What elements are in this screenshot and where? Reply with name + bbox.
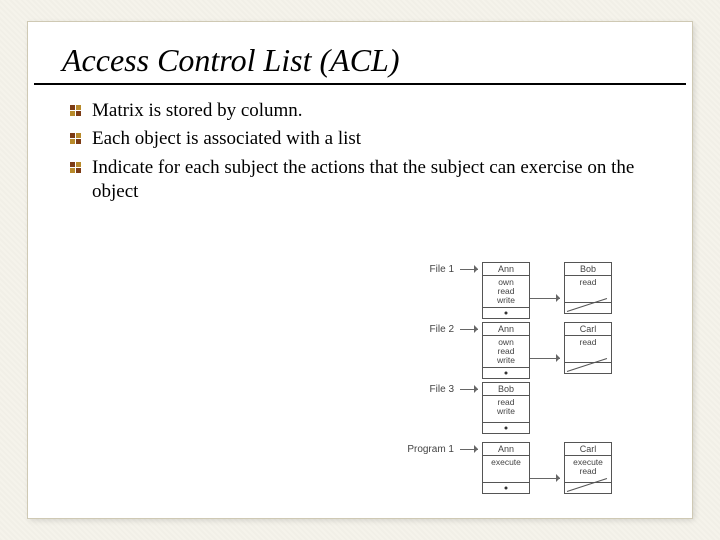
- permissions: execute: [483, 456, 529, 483]
- bullet-text: Indicate for each subject the actions th…: [92, 157, 634, 202]
- subject-name: Ann: [483, 263, 529, 276]
- acl-node: Annownreadwrite: [482, 322, 530, 379]
- acl-row: File 2AnnownreadwriteCarlread: [394, 322, 612, 368]
- pointer-dot-icon: [483, 308, 529, 318]
- slide-title: Access Control List (ACL): [34, 22, 686, 85]
- subject-name: Ann: [483, 443, 529, 456]
- object-label: File 3: [394, 382, 460, 395]
- acl-row: File 1AnnownreadwriteBobread: [394, 262, 612, 308]
- arrow-icon: [460, 382, 482, 396]
- pointer-dot-icon: [483, 368, 529, 378]
- subject-name: Bob: [565, 263, 611, 276]
- list-item: Indicate for each subject the actions th…: [70, 156, 664, 205]
- permissions: readwrite: [483, 396, 529, 423]
- arrow-icon: [530, 353, 564, 363]
- subject-name: Carl: [565, 323, 611, 336]
- object-label: File 1: [394, 262, 460, 275]
- acl-node: Annownreadwrite: [482, 262, 530, 319]
- bullet-text: Matrix is stored by column.: [92, 100, 303, 121]
- null-pointer-icon: [565, 303, 611, 313]
- arrow-icon: [460, 262, 482, 276]
- acl-row: Program 1AnnexecuteCarlexecuteread: [394, 442, 612, 488]
- acl-node: Bobread: [564, 262, 612, 314]
- subject-name: Ann: [483, 323, 529, 336]
- arrow-icon: [460, 322, 482, 336]
- bullet-list: Matrix is stored by column. Each object …: [28, 99, 692, 204]
- acl-node: Carlread: [564, 322, 612, 374]
- acl-node: Annexecute: [482, 442, 530, 494]
- acl-node: Carlexecuteread: [564, 442, 612, 494]
- pointer-dot-icon: [483, 423, 529, 433]
- subject-name: Carl: [565, 443, 611, 456]
- list-item: Each object is associated with a list: [70, 127, 664, 151]
- bullet-text: Each object is associated with a list: [92, 128, 361, 149]
- list-item: Matrix is stored by column.: [70, 99, 664, 123]
- acl-node: Bobreadwrite: [482, 382, 530, 434]
- arrow-icon: [460, 442, 482, 456]
- subject-name: Bob: [483, 383, 529, 396]
- object-label: File 2: [394, 322, 460, 335]
- acl-diagram: File 1AnnownreadwriteBobreadFile 2Annown…: [394, 262, 612, 502]
- arrow-icon: [530, 293, 564, 303]
- permissions: ownreadwrite: [483, 276, 529, 308]
- acl-row: File 3 Bobreadwrite: [394, 382, 612, 428]
- slide-frame: Access Control List (ACL) Matrix is stor…: [0, 0, 720, 540]
- slide-paper: Access Control List (ACL) Matrix is stor…: [28, 22, 692, 518]
- null-pointer-icon: [565, 483, 611, 493]
- permissions: ownreadwrite: [483, 336, 529, 368]
- arrow-icon: [530, 473, 564, 483]
- null-pointer-icon: [565, 363, 611, 373]
- pointer-dot-icon: [483, 483, 529, 493]
- object-label: Program 1: [394, 442, 460, 455]
